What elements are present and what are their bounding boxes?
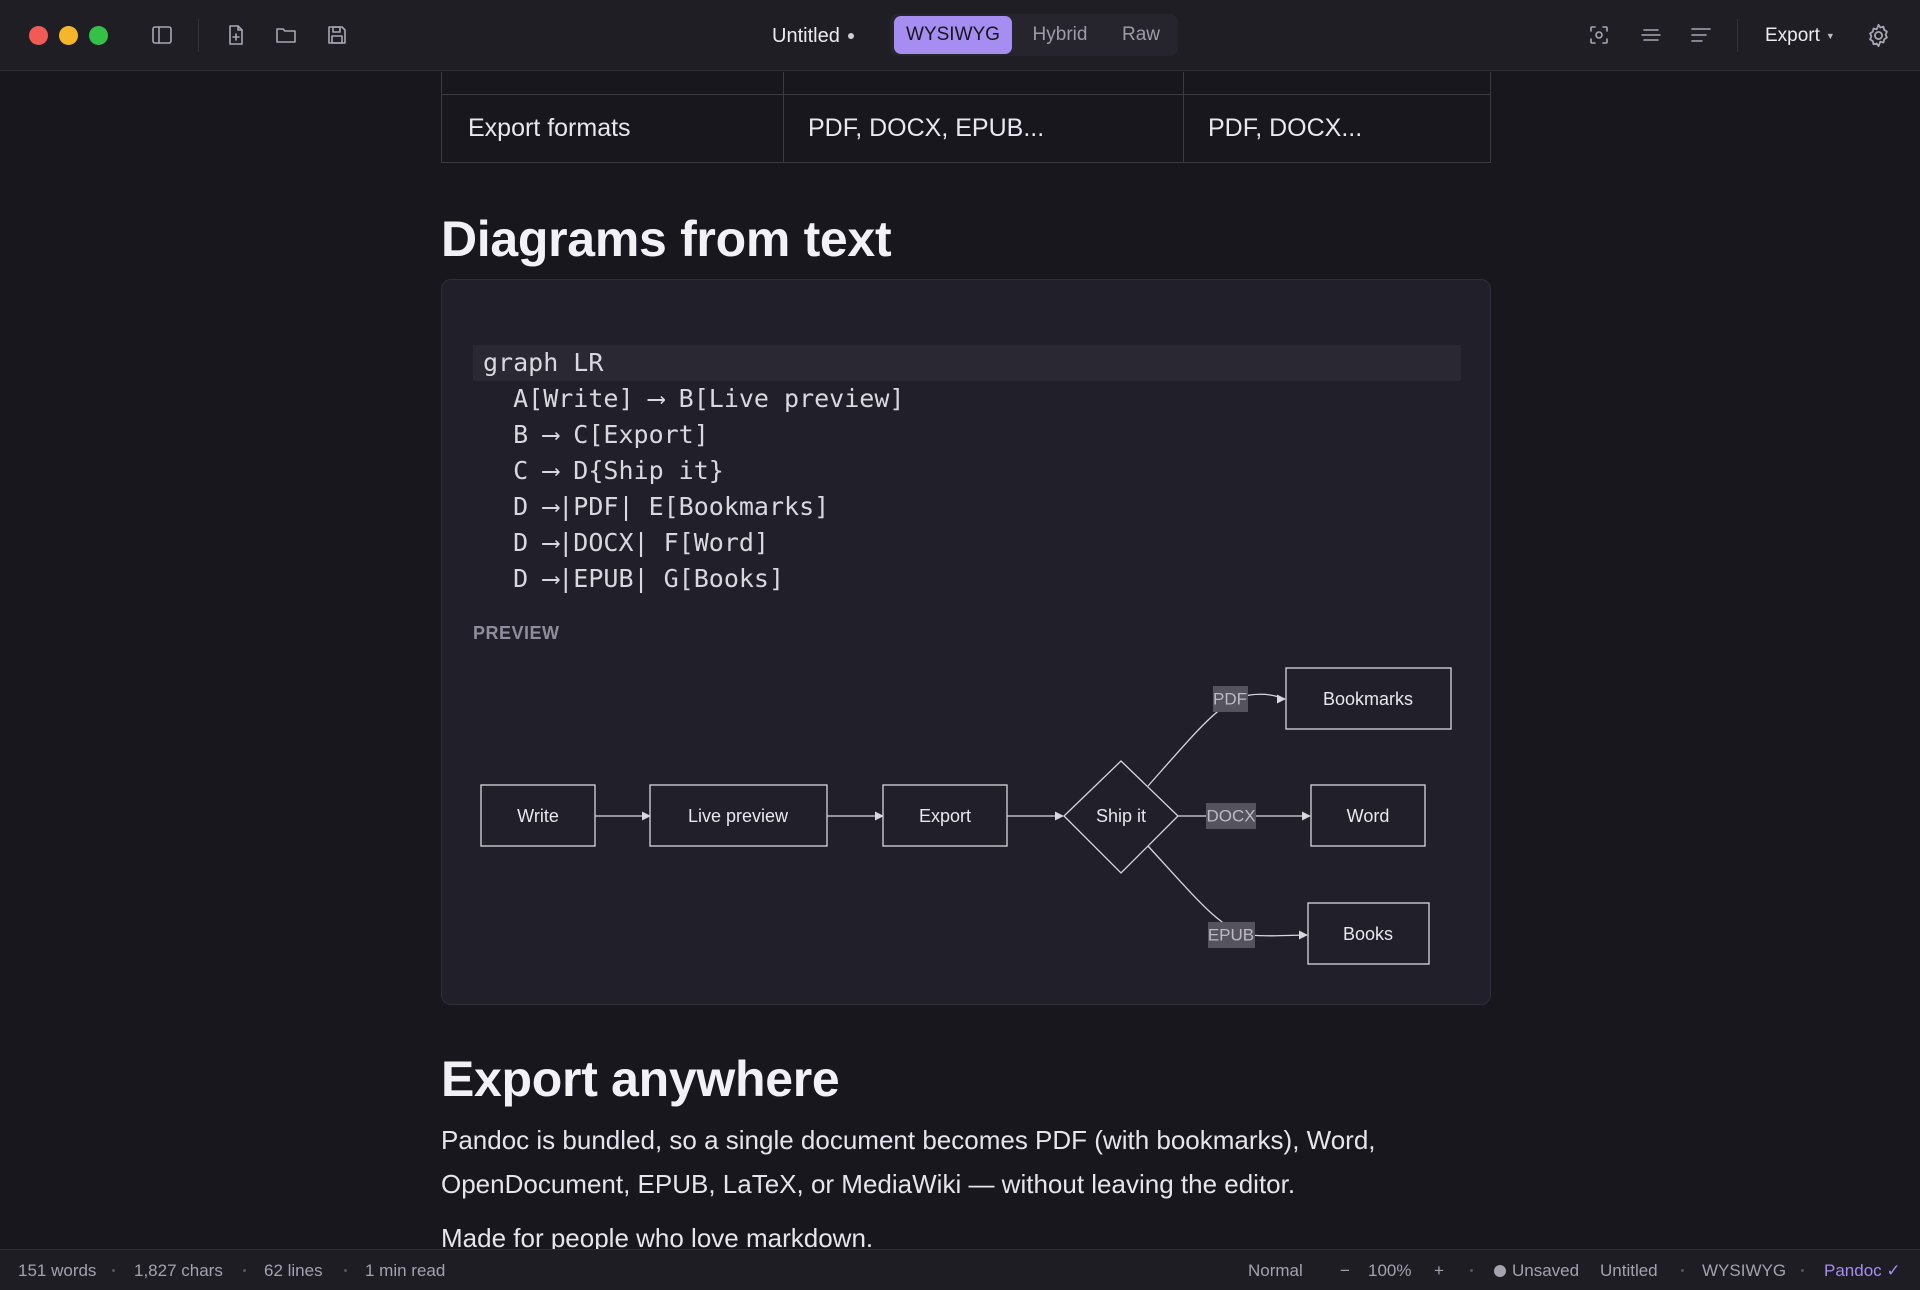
flowchart-preview: Write Live preview Export Ship it Bookma… [480,667,1452,965]
save-status: Unsaved [1494,1250,1579,1290]
table-cell-col3[interactable]: PDF, DOCX... [1184,95,1490,162]
pandoc-status[interactable]: Pandoc ✓ [1824,1250,1901,1290]
comparison-table: Export formats PDF, DOCX, EPUB... PDF, D… [441,72,1491,163]
zoom-window-button[interactable] [89,26,108,45]
zoom-in-button[interactable]: + [1434,1250,1444,1290]
node-label-ship-it: Ship it [1096,806,1146,826]
node-label-write: Write [517,806,559,826]
mermaid-code-block[interactable]: graph LR A[Write] ⟶ B[Live preview] B ⟶ … [441,279,1491,1005]
mode-raw-button[interactable]: Raw [1108,16,1174,54]
unsaved-status-icon [1494,1265,1506,1277]
export-label: Export [1765,25,1820,46]
node-label-books: Books [1343,924,1393,944]
focus-mode-icon[interactable] [1584,20,1614,50]
new-file-icon[interactable] [221,20,251,50]
node-label-bookmarks: Bookmarks [1323,689,1413,709]
zoom-level: 100% [1368,1261,1412,1280]
toolbar-divider [1737,19,1738,52]
node-label-word: Word [1347,806,1390,826]
line-count: 62 lines [264,1261,323,1280]
mode-hybrid-button[interactable]: Hybrid [1015,16,1105,54]
status-mode[interactable]: WYSIWYG [1702,1250,1786,1290]
export-menu-button[interactable]: Export ▼ [1765,22,1835,50]
open-folder-icon[interactable] [271,20,301,50]
table-cell [784,72,1184,94]
section-heading-diagrams[interactable]: Diagrams from text [441,210,892,268]
document-title-text: Untitled [772,25,840,47]
status-separator [243,1269,246,1272]
table-cell-feature[interactable]: Export formats [442,95,784,162]
char-count: 1,827 chars [134,1261,223,1280]
status-separator [344,1269,347,1272]
paragraph-style-selector[interactable]: Normal [1248,1250,1303,1290]
mode-wysiwyg-button[interactable]: WYSIWYG [894,16,1012,54]
edge-label-epub: EPUB [1208,925,1254,944]
status-bar: 151 words 1,827 chars 62 lines 1 min rea… [0,1249,1920,1290]
status-separator [1801,1269,1804,1272]
word-count: 151 words [18,1261,97,1280]
table-cell [1184,72,1490,94]
title-bar: Untitled WYSIWYG Hybrid Raw Export ▼ [0,0,1920,71]
file-name: Untitled [1600,1261,1658,1280]
sidebar-toggle-icon[interactable] [147,20,177,50]
node-label-export: Export [919,806,971,826]
outline-icon[interactable] [1686,20,1716,50]
chevron-down-icon: ▼ [1825,31,1835,41]
table-cell [442,72,784,94]
typewriter-mode-icon[interactable] [1636,20,1666,50]
status-separator [1470,1269,1473,1272]
editor-mode-switcher: WYSIWYG Hybrid Raw [890,14,1178,56]
zoom-out-button[interactable]: − [1340,1250,1350,1290]
read-time: 1 min read [365,1261,446,1280]
section-heading-export[interactable]: Export anywhere [441,1050,840,1108]
close-window-button[interactable] [29,26,48,45]
table-cell-col2[interactable]: PDF, DOCX, EPUB... [784,95,1184,162]
edge-label-pdf: PDF [1213,689,1247,708]
unsaved-indicator [847,33,854,39]
table-row: Export formats PDF, DOCX, EPUB... PDF, D… [441,95,1491,163]
table-row [441,72,1491,95]
settings-icon[interactable] [1862,20,1894,50]
node-label-live-preview: Live preview [688,806,789,826]
edge-label-docx: DOCX [1206,806,1255,825]
body-paragraph[interactable]: Pandoc is bundled, so a single document … [441,1118,1491,1206]
toolbar-divider [198,19,199,52]
status-separator [1681,1269,1684,1272]
document-title[interactable]: Untitled [772,22,854,50]
save-icon[interactable] [322,20,352,50]
status-separator [112,1269,115,1272]
minimize-window-button[interactable] [59,26,78,45]
save-status-label: Unsaved [1512,1261,1580,1280]
